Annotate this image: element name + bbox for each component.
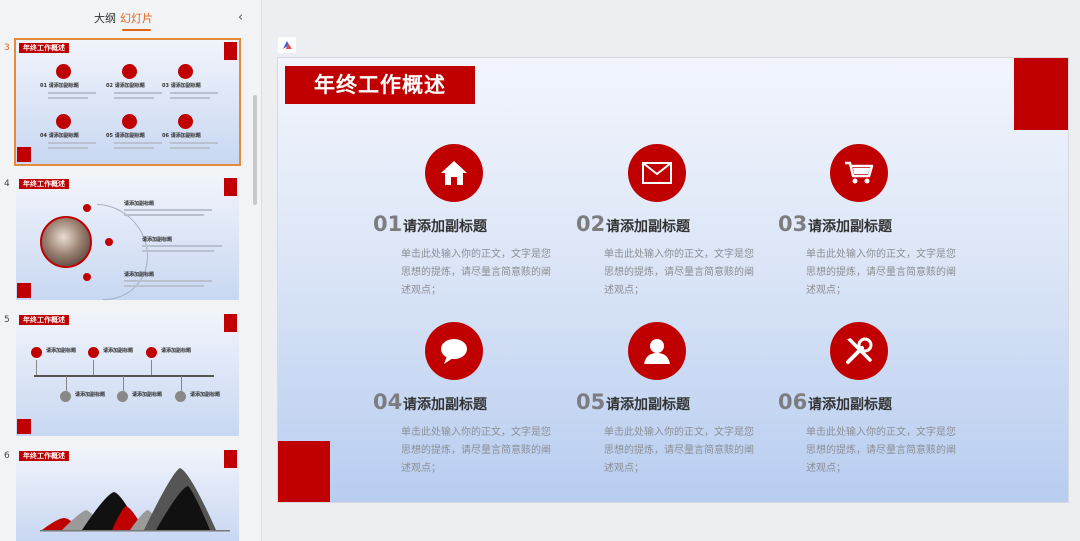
timeline-icon — [146, 347, 157, 358]
decor-block — [278, 441, 330, 502]
timeline-icon — [117, 391, 128, 402]
thumb-title: 年终工作概述 — [19, 315, 69, 325]
item-subtitle[interactable]: 请添加副标题 — [606, 216, 690, 236]
mini-item: 01 请添加副标题 — [40, 64, 106, 106]
item-body[interactable]: 单击此处输入你的正文，文字是您思想的提炼，请尽量言简意赅的阐述观点； — [401, 246, 557, 300]
overview-item[interactable]: 04 请添加副标题 单击此处输入你的正文，文字是您思想的提炼，请尽量言简意赅的阐… — [373, 322, 563, 474]
thumb-heading: 请添加副标题 — [142, 237, 173, 243]
mail-icon — [628, 144, 686, 202]
item-number: 06 — [778, 390, 808, 414]
slide-canvas[interactable]: 年终工作概述 01 请添加副标题 单击此处输入你的正文，文字是您思想的提炼，请尽… — [278, 58, 1068, 502]
tab-outline[interactable]: 大纲 — [94, 10, 116, 26]
slide-number: 5 — [4, 315, 10, 325]
chat-icon — [425, 322, 483, 380]
item-subtitle[interactable]: 请添加副标题 — [403, 216, 487, 236]
mini-item: 03 请添加副标题 — [162, 64, 228, 106]
mini-item: 04 请添加副标题 — [40, 114, 106, 156]
home-icon — [425, 144, 483, 202]
timeline-icon — [88, 347, 99, 358]
decor-block — [224, 42, 237, 60]
peak-chart-graphic — [40, 468, 230, 532]
tools-icon — [178, 114, 193, 129]
slide-thumbnail-4[interactable]: 年终工作概述 请添加副标题 请添加副标题 请添加副标题 — [16, 176, 239, 300]
slide-panel: 大纲 幻灯片 ‹ 3 年终工作概述 01 请添加副标题 02 请添加副标题 03… — [0, 0, 262, 541]
overview-item[interactable]: 01 请添加副标题 单击此处输入你的正文，文字是您思想的提炼，请尽量言简意赅的阐… — [373, 144, 563, 296]
decor-block — [17, 283, 31, 298]
item-number: 01 — [373, 212, 403, 236]
item-number: 02 — [576, 212, 606, 236]
app-logo-icon[interactable] — [278, 37, 296, 53]
decor-block — [224, 314, 237, 332]
decor-block — [17, 147, 31, 162]
item-subtitle[interactable]: 请添加副标题 — [808, 216, 892, 236]
cart-icon — [178, 64, 193, 79]
slide-thumbnail-3[interactable]: 年终工作概述 01 请添加副标题 02 请添加副标题 03 请添加副标题 04 … — [14, 38, 241, 166]
person-photo — [40, 216, 92, 268]
slide-number: 4 — [4, 179, 10, 189]
timeline-icon — [60, 391, 71, 402]
item-body[interactable]: 单击此处输入你的正文，文字是您思想的提炼，请尽量言简意赅的阐述观点； — [401, 424, 557, 478]
mini-item: 06 请添加副标题 — [162, 114, 228, 156]
timeline-icon — [175, 391, 186, 402]
cart-icon — [830, 144, 888, 202]
timeline-icon — [31, 347, 42, 358]
overview-item[interactable]: 03 请添加副标题 单击此处输入你的正文，文字是您思想的提炼，请尽量言简意赅的阐… — [778, 144, 968, 296]
overview-item[interactable]: 02 请添加副标题 单击此处输入你的正文，文字是您思想的提炼，请尽量言简意赅的阐… — [576, 144, 766, 296]
thumb-title: 年终工作概述 — [19, 451, 69, 461]
decor-block — [1014, 58, 1068, 130]
chat-icon — [56, 114, 71, 129]
mail-icon — [122, 64, 137, 79]
overview-item[interactable]: 05 请添加副标题 单击此处输入你的正文，文字是您思想的提炼，请尽量言简意赅的阐… — [576, 322, 766, 474]
home-icon — [56, 64, 71, 79]
item-body[interactable]: 单击此处输入你的正文，文字是您思想的提炼，请尽量言简意赅的阐述观点； — [604, 424, 760, 478]
marker-dot — [83, 204, 91, 212]
marker-dot — [83, 273, 91, 281]
overview-item[interactable]: 06 请添加副标题 单击此处输入你的正文，文字是您思想的提炼，请尽量言简意赅的阐… — [778, 322, 968, 474]
decor-block — [17, 419, 31, 434]
thumb-title: 年终工作概述 — [19, 179, 69, 189]
item-subtitle[interactable]: 请添加副标题 — [808, 394, 892, 414]
item-subtitle[interactable]: 请添加副标题 — [403, 394, 487, 414]
slide-number: 3 — [4, 43, 10, 53]
panel-scrollbar[interactable] — [253, 95, 257, 205]
user-icon — [122, 114, 137, 129]
item-number: 05 — [576, 390, 606, 414]
user-icon — [628, 322, 686, 380]
item-body[interactable]: 单击此处输入你的正文，文字是您思想的提炼，请尽量言简意赅的阐述观点； — [604, 246, 760, 300]
slide-thumbnail-5[interactable]: 年终工作概述 请添加副标题 请添加副标题 请添加副标题 请添加副标题 请添加副标… — [16, 312, 239, 436]
marker-dot — [105, 238, 113, 246]
decor-block — [224, 178, 237, 196]
item-body[interactable]: 单击此处输入你的正文，文字是您思想的提炼，请尽量言简意赅的阐述观点； — [806, 246, 962, 300]
item-number: 03 — [778, 212, 808, 236]
thumb-heading: 请添加副标题 — [124, 272, 155, 278]
timeline-axis — [34, 375, 214, 377]
thumb-heading: 请添加副标题 — [124, 201, 155, 207]
item-body[interactable]: 单击此处输入你的正文，文字是您思想的提炼，请尽量言简意赅的阐述观点； — [806, 424, 962, 478]
slide-title[interactable]: 年终工作概述 — [285, 66, 475, 104]
tools-icon — [830, 322, 888, 380]
item-subtitle[interactable]: 请添加副标题 — [606, 394, 690, 414]
item-number: 04 — [373, 390, 403, 414]
slide-number: 6 — [4, 451, 10, 461]
chevron-left-icon[interactable]: ‹ — [238, 10, 243, 25]
panel-tabs: 大纲 幻灯片 — [0, 10, 262, 31]
tab-slides[interactable]: 幻灯片 — [120, 10, 153, 31]
thumb-title: 年终工作概述 — [19, 43, 69, 53]
slide-thumbnail-6[interactable]: 年终工作概述 — [16, 448, 239, 541]
